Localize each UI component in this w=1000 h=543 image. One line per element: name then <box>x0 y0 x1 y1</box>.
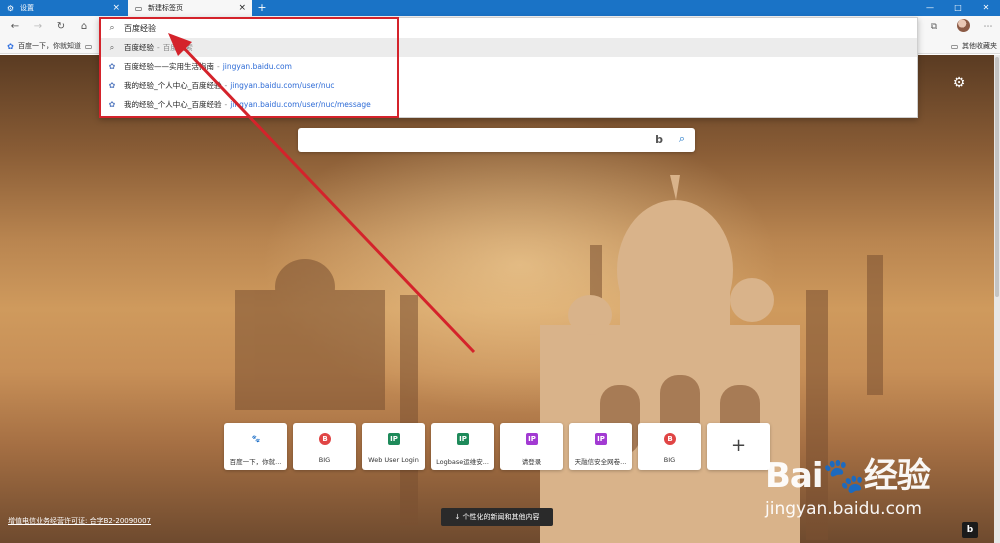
page-settings-gear-icon[interactable]: ⚙ <box>951 75 967 91</box>
quick-link-label: 百度一下，你就... <box>229 458 282 466</box>
home-icon[interactable]: ⌂ <box>77 20 91 34</box>
more-icon[interactable]: ⋯ <box>980 19 996 35</box>
quick-link-tile[interactable]: IP 天融信安全网卷... <box>569 423 632 470</box>
big-logo-icon: B <box>664 433 676 445</box>
ip-icon: IP <box>457 433 469 445</box>
tab-label: 设置 <box>20 4 34 12</box>
bookmark-label: 百度一下，你就知道 <box>18 42 81 50</box>
quick-link-label: Web User Login <box>368 456 419 464</box>
refresh-icon[interactable]: ↻ <box>54 20 68 34</box>
close-window-button[interactable]: ✕ <box>972 0 1000 16</box>
minimize-button[interactable]: — <box>916 0 944 16</box>
big-logo-icon: B <box>319 433 331 445</box>
new-tab-button[interactable]: + <box>256 0 268 16</box>
address-dropdown: ⌕ 百度经验 ⌕ 百度经验 - 百度搜索 ✿ 百度经验——实用生活指南 - ji… <box>99 17 918 118</box>
address-value: 百度经验 <box>124 23 156 33</box>
ip-icon: IP <box>526 433 538 445</box>
suggestion-item[interactable]: ✿ 我的经验_个人中心_百度经验 - jingyan.baidu.com/use… <box>100 76 917 95</box>
folder-icon: ▭ <box>84 41 93 51</box>
suggestion-item[interactable]: ⌕ 百度经验 - 百度搜索 <box>100 38 917 57</box>
close-icon[interactable]: × <box>112 2 120 14</box>
bookmark-label: 其他收藏夹 <box>962 42 997 50</box>
baidu-paw-icon: ✿ <box>7 41 14 51</box>
search-icon: ⌕ <box>109 42 115 52</box>
ip-icon: IP <box>595 433 607 445</box>
scrollbar-thumb[interactable] <box>995 57 999 297</box>
quick-links: 🐾 百度一下，你就... B BIG IP Web User Login IP … <box>224 423 770 470</box>
suggestion-subtitle: 百度搜索 <box>162 43 193 52</box>
search-icon[interactable]: ⌕ <box>679 132 685 146</box>
quick-link-label: 请登录 <box>521 458 542 466</box>
watermark-url: jingyan.baidu.com <box>765 499 922 519</box>
suggestion-url: jingyan.baidu.com/user/nuc/message <box>230 100 371 109</box>
maximize-button[interactable]: □ <box>944 0 972 16</box>
quick-link-label: Logbase运维安... <box>436 458 489 466</box>
ip-icon: IP <box>388 433 400 445</box>
baidu-paw-icon: 🐾 <box>250 433 262 445</box>
suggestion-url: jingyan.baidu.com/user/nuc <box>230 81 335 90</box>
page-search-box[interactable]: b ⌕ <box>298 128 695 152</box>
license-link[interactable]: 增值电信业务经营许可证: 合字B2-20090007 <box>8 516 151 526</box>
forward-icon[interactable]: → <box>31 20 45 34</box>
other-favorites[interactable]: ▭ 其他收藏夹 <box>950 40 997 52</box>
quick-link-tile[interactable]: B BIG <box>293 423 356 470</box>
baidu-paw-icon: ✿ <box>108 100 116 109</box>
quick-link-tile[interactable]: B BIG <box>638 423 701 470</box>
add-quick-link-button[interactable]: + <box>707 423 770 470</box>
title-bar: ⚙ 设置 × ▭ 新建标签页 × + — □ ✕ <box>0 0 1000 16</box>
bookmark-baidu[interactable]: ✿ 百度一下，你就知道 <box>6 40 81 52</box>
tab-label: 新建标签页 <box>148 4 183 12</box>
newtab-icon: ▭ <box>134 3 143 13</box>
quick-link-tile[interactable]: IP 请登录 <box>500 423 563 470</box>
quick-link-tile[interactable]: 🐾 百度一下，你就... <box>224 423 287 470</box>
collections-icon[interactable]: ⧉ <box>926 19 942 35</box>
scrollbar[interactable] <box>994 55 1000 543</box>
suggestion-separator: - <box>224 100 228 109</box>
baidu-paw-icon: ✿ <box>108 81 116 90</box>
plus-icon: + <box>730 435 747 456</box>
quick-link-label: BIG <box>663 456 676 464</box>
news-content-button[interactable]: ↓ 个性化的新闻和其他内容 <box>441 508 553 526</box>
suggestion-item[interactable]: ✿ 我的经验_个人中心_百度经验 - jingyan.baidu.com/use… <box>100 95 917 114</box>
suggestion-separator: - <box>217 62 220 71</box>
baidu-paw-icon: ✿ <box>108 62 116 71</box>
bing-icon[interactable]: b <box>655 133 663 146</box>
quick-link-label: BIG <box>318 456 331 464</box>
search-icon: ⌕ <box>109 23 115 33</box>
suggestion-separator: - <box>224 81 228 90</box>
suggestion-item[interactable]: ✿ 百度经验——实用生活指南 - jingyan.baidu.com <box>100 57 917 76</box>
address-input[interactable]: ⌕ 百度经验 <box>100 18 917 38</box>
suggestion-title: 我的经验_个人中心_百度经验 <box>124 81 222 90</box>
suggestion-separator: - <box>157 43 160 52</box>
suggestion-title: 百度经验 <box>124 43 154 52</box>
folder-icon: ▭ <box>950 41 959 51</box>
suggestion-title: 我的经验_个人中心_百度经验 <box>124 100 222 109</box>
bookmark-folder[interactable]: ▭ <box>84 40 96 52</box>
suggestion-title: 百度经验——实用生活指南 <box>124 62 214 71</box>
back-icon[interactable]: ← <box>8 20 22 34</box>
window-controls: — □ ✕ <box>916 0 1000 16</box>
baidu-jingyan-watermark: Bai🐾经验 jingyan.baidu.com <box>765 448 955 520</box>
quick-link-tile[interactable]: IP Logbase运维安... <box>431 423 494 470</box>
close-icon[interactable]: × <box>238 2 246 14</box>
suggestion-url: jingyan.baidu.com <box>222 62 292 71</box>
bing-logo-icon[interactable]: b <box>962 522 978 538</box>
gear-icon: ⚙ <box>6 3 15 13</box>
quick-link-label: 天融信安全网卷... <box>574 458 627 466</box>
watermark-title: Bai🐾经验 <box>765 456 931 496</box>
tab-settings[interactable]: ⚙ 设置 × <box>0 0 126 16</box>
avatar[interactable] <box>957 19 970 32</box>
tab-new-tab[interactable]: ▭ 新建标签页 × <box>128 0 252 16</box>
quick-link-tile[interactable]: IP Web User Login <box>362 423 425 470</box>
